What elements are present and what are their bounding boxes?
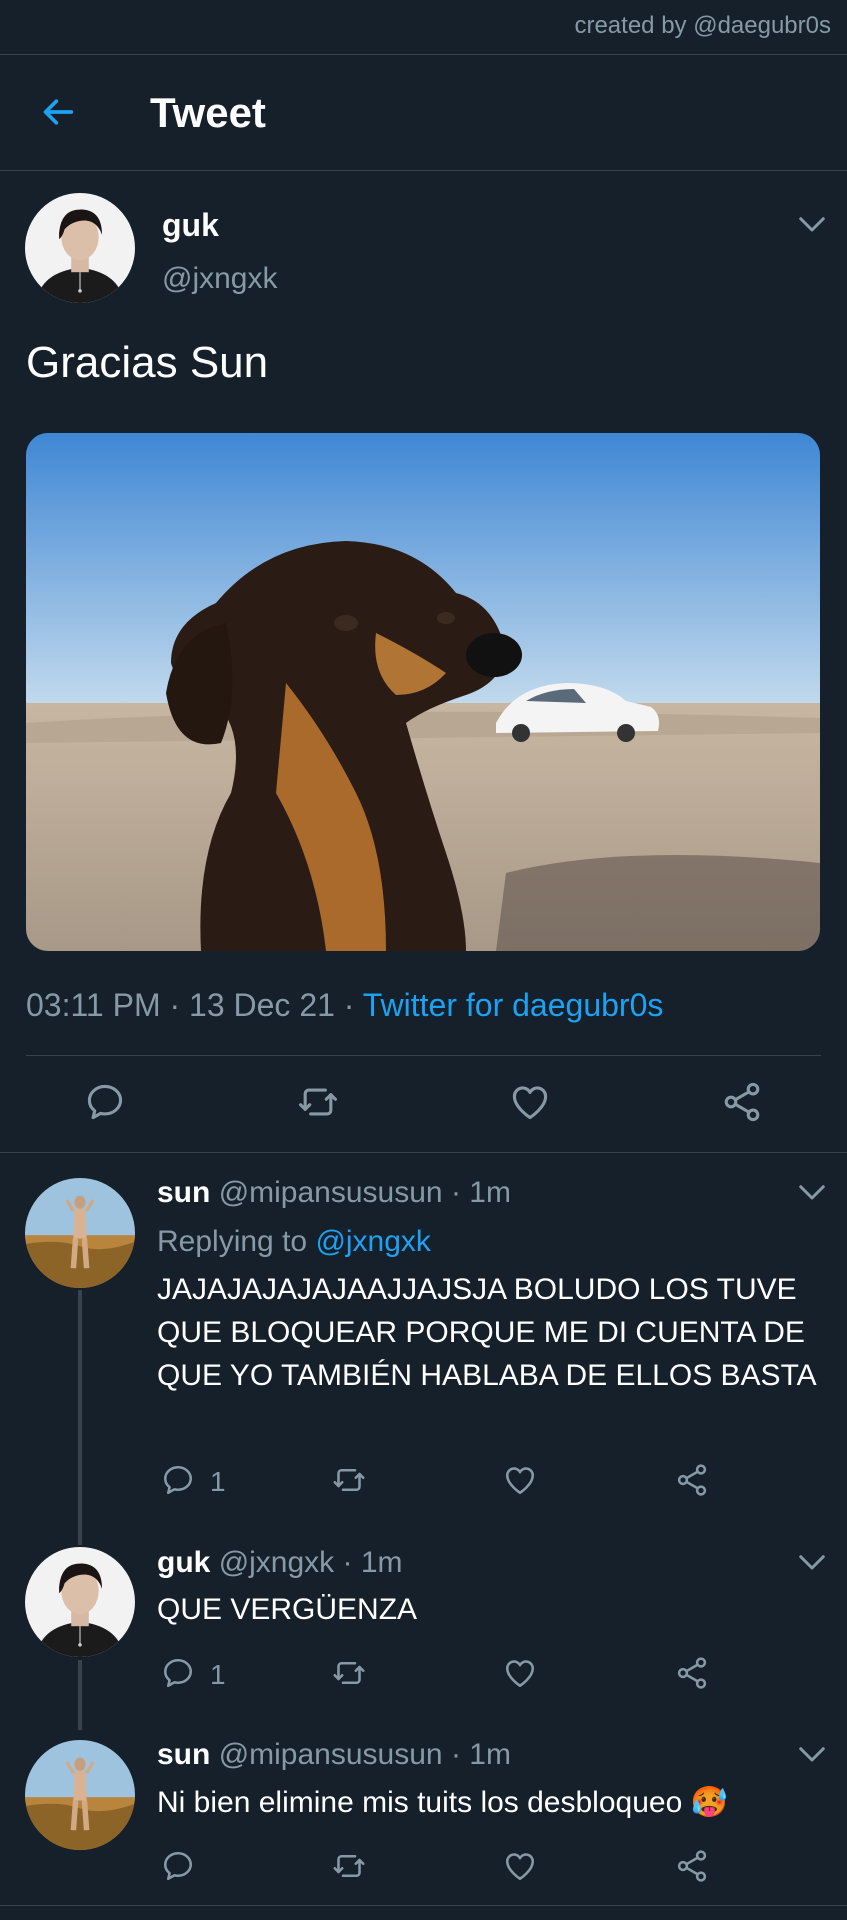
reply-icon[interactable]	[83, 1080, 127, 1124]
share-icon[interactable]	[674, 1462, 710, 1498]
heart-icon[interactable]	[502, 1848, 538, 1884]
reply-icon[interactable]	[160, 1462, 196, 1498]
avatar[interactable]	[25, 1740, 135, 1850]
divider	[0, 1905, 847, 1906]
heart-icon[interactable]	[502, 1462, 538, 1498]
author-name[interactable]: sun	[157, 1738, 210, 1771]
replying-label: Replying to	[157, 1225, 308, 1258]
chevron-down-icon[interactable]	[797, 1183, 827, 1203]
chevron-down-icon[interactable]	[797, 1553, 827, 1573]
replying-to: Replying to @jxngxk	[157, 1225, 431, 1259]
heart-icon[interactable]	[502, 1655, 538, 1691]
reply-time: 1m	[469, 1176, 511, 1209]
reply-header: guk @jxngxk · 1m	[157, 1546, 403, 1579]
avatar[interactable]	[25, 1547, 135, 1657]
author-handle[interactable]: @mipansususun	[219, 1176, 443, 1209]
share-icon[interactable]	[674, 1848, 710, 1884]
divider	[26, 1055, 821, 1056]
tweet-date: 13 Dec 21	[189, 987, 335, 1023]
chevron-down-icon[interactable]	[797, 215, 827, 235]
divider	[0, 170, 847, 171]
share-icon[interactable]	[674, 1655, 710, 1691]
reply-text: Ni bien elimine mis tuits los desbloqueo…	[157, 1786, 728, 1819]
page-title: Tweet	[150, 89, 266, 136]
share-icon[interactable]	[720, 1080, 764, 1124]
heart-icon[interactable]	[508, 1080, 552, 1124]
author-handle[interactable]: @jxngxk	[219, 1546, 335, 1579]
author-name[interactable]: guk	[157, 1546, 210, 1579]
chevron-down-icon[interactable]	[797, 1745, 827, 1765]
reply-text: QUE VERGÜENZA	[157, 1593, 418, 1626]
thread-line	[78, 1660, 82, 1730]
arrow-left-icon[interactable]	[38, 92, 78, 132]
thread-line	[78, 1290, 82, 1545]
reply-header: sun @mipansususun · 1m	[157, 1738, 511, 1771]
replying-handle-link[interactable]: @jxngxk	[315, 1225, 431, 1258]
retweet-icon[interactable]	[296, 1080, 340, 1124]
retweet-icon[interactable]	[331, 1462, 367, 1498]
watermark-text: created by @daegubr0s	[574, 12, 831, 39]
reply-time: 1m	[469, 1738, 511, 1771]
tweet-text: Gracias Sun	[26, 338, 269, 387]
author-name[interactable]: guk	[162, 207, 219, 244]
reply-time: 1m	[360, 1546, 403, 1579]
tweet-meta: 03:11 PM · 13 Dec 21 · Twitter for daegu…	[26, 987, 664, 1023]
author-name[interactable]: sun	[157, 1176, 210, 1209]
tweet-time: 03:11 PM	[26, 987, 161, 1023]
reply-count: 1	[210, 1466, 226, 1497]
divider	[0, 1152, 847, 1153]
author-handle[interactable]: @jxngxk	[162, 262, 278, 296]
avatar[interactable]	[25, 1178, 135, 1288]
reply-count: 1	[210, 1659, 226, 1690]
reply-text: JAJAJAJAJAJAAJJAJSJA BOLUDO LOS TUVE QUE…	[157, 1273, 817, 1392]
reply-header: sun @mipansususun · 1m	[157, 1176, 511, 1209]
tweet-source-link[interactable]: Twitter for daegubr0s	[363, 987, 664, 1023]
tweet-photo[interactable]	[26, 433, 820, 951]
author-handle[interactable]: @mipansususun	[219, 1738, 443, 1771]
reply-icon[interactable]	[160, 1655, 196, 1691]
top-bar: Tweet	[0, 54, 847, 170]
retweet-icon[interactable]	[331, 1848, 367, 1884]
avatar[interactable]	[25, 193, 135, 303]
retweet-icon[interactable]	[331, 1655, 367, 1691]
reply-icon[interactable]	[160, 1848, 196, 1884]
